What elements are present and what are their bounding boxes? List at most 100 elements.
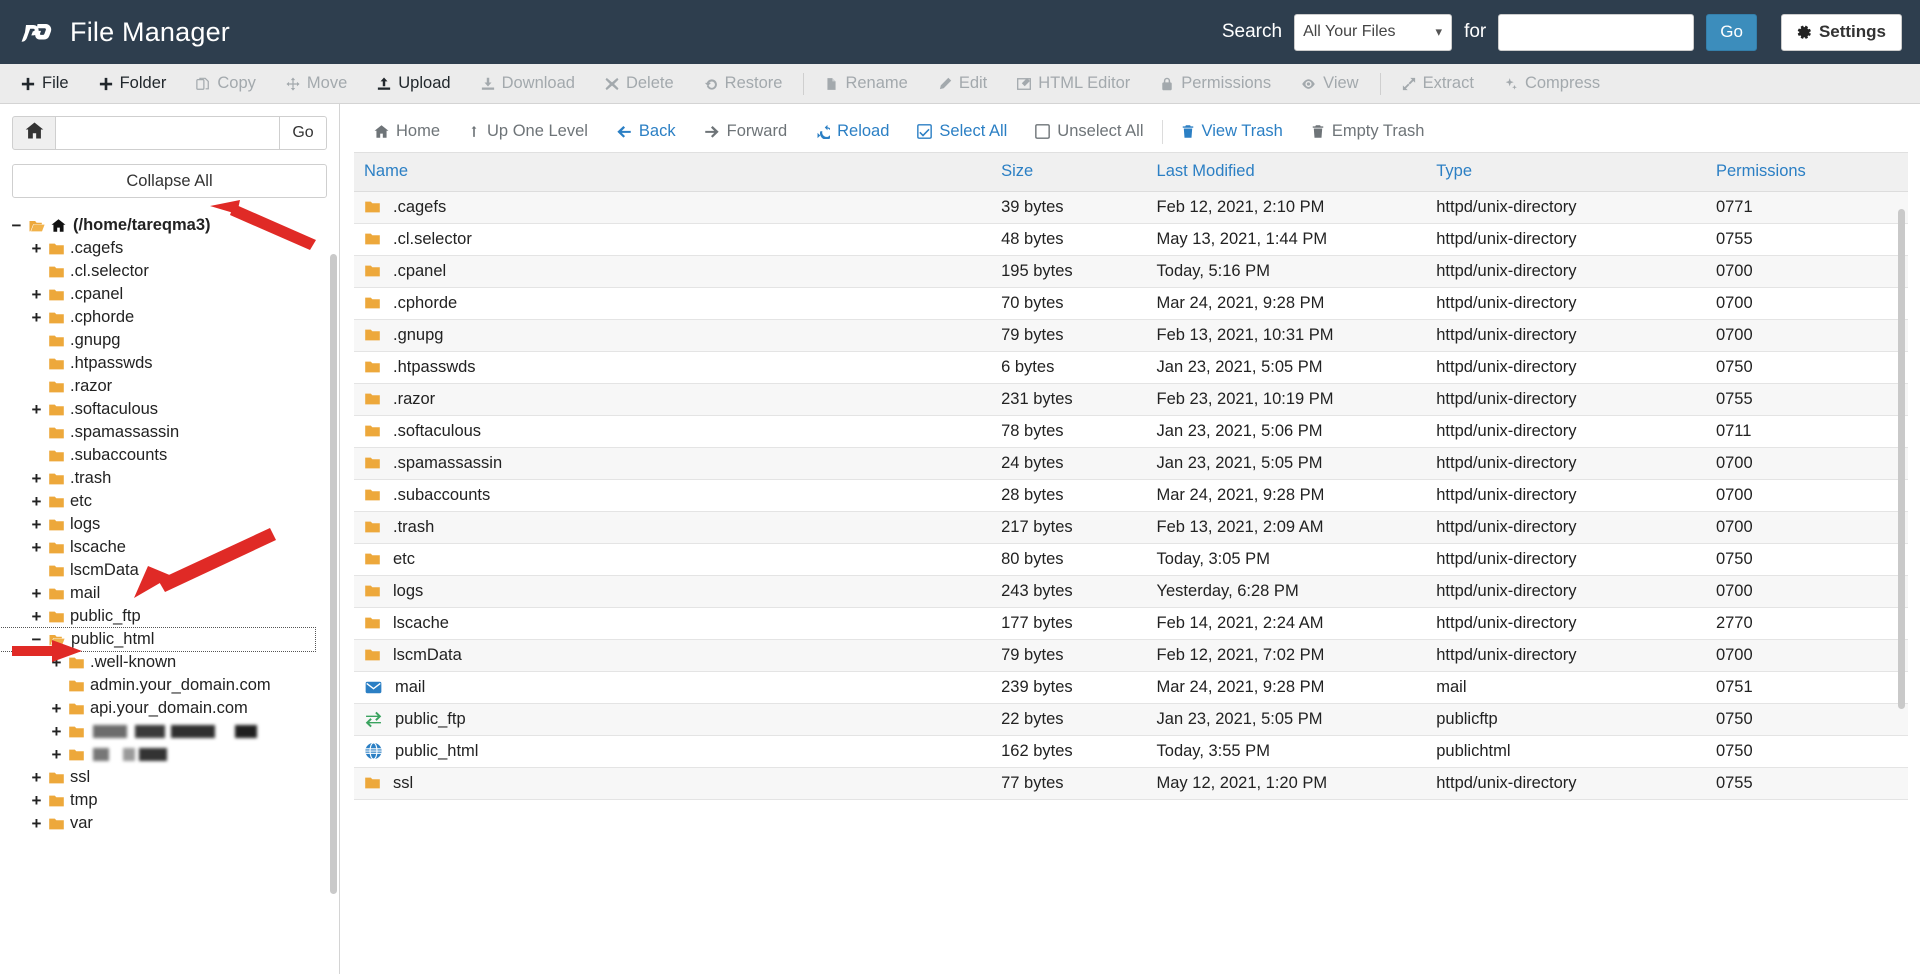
expand-plus-icon[interactable]: +: [30, 791, 43, 811]
expand-plus-icon[interactable]: +: [30, 308, 43, 328]
expand-plus-icon[interactable]: +: [30, 239, 43, 259]
cell-name[interactable]: logs: [354, 575, 992, 608]
cell-name[interactable]: .cphorde: [354, 287, 992, 320]
filenav-select-all-button[interactable]: Select All: [903, 122, 1021, 141]
filenav-forward-button[interactable]: Forward: [690, 122, 802, 141]
table-row[interactable]: lscache 177 bytes Feb 14, 2021, 2:24 AM htt…: [354, 607, 1908, 640]
column-header-type[interactable]: Type: [1426, 153, 1706, 192]
tree-item-well-known[interactable]: + .well-known: [0, 651, 339, 674]
table-row[interactable]: lscmData 79 bytes Feb 12, 2021, 7:02 PM htt…: [354, 639, 1908, 672]
table-row[interactable]: .trash 217 bytes Feb 13, 2021, 2:09 AM http…: [354, 511, 1908, 544]
expand-plus-icon[interactable]: +: [30, 492, 43, 512]
tree-item-subaccounts[interactable]: .subaccounts: [0, 444, 339, 467]
filenav-reload-button[interactable]: Reload: [801, 122, 903, 141]
column-header-size[interactable]: Size: [991, 153, 1147, 192]
expand-plus-icon[interactable]: +: [50, 722, 63, 742]
cell-name[interactable]: etc: [354, 543, 992, 576]
filenav-unselect-all-button[interactable]: Unselect All: [1021, 122, 1157, 141]
table-row[interactable]: .subaccounts 28 bytes Mar 24, 2021, 9:28 P…: [354, 479, 1908, 512]
cell-name[interactable]: mail: [354, 671, 992, 704]
table-row[interactable]: logs 243 bytes Yesterday, 6:28 PM httpd/uni…: [354, 575, 1908, 608]
collapse-minus-icon[interactable]: −: [10, 216, 23, 236]
collapse-all-button[interactable]: Collapse All: [12, 164, 327, 198]
cell-name[interactable]: .cpanel: [354, 255, 992, 288]
settings-button[interactable]: Settings: [1780, 13, 1902, 51]
table-row[interactable]: .spamassassin 24 bytes Jan 23, 2021, 5:05 …: [354, 447, 1908, 480]
tree-item-tmp[interactable]: + tmp: [0, 789, 339, 812]
tree-item-spamassassin[interactable]: .spamassassin: [0, 421, 339, 444]
tree-item-lscache[interactable]: + lscache: [0, 536, 339, 559]
path-go-button[interactable]: Go: [279, 116, 327, 150]
tree-item-var[interactable]: + var: [0, 812, 339, 835]
table-row[interactable]: ssl 77 bytes May 12, 2021, 1:20 PM httpd/un…: [354, 767, 1908, 800]
file-list-scrollbar[interactable]: [1898, 209, 1905, 709]
filenav-home-button[interactable]: Home: [360, 122, 454, 141]
cell-name[interactable]: ssl: [354, 767, 992, 800]
search-scope-select[interactable]: All Your Files ▾: [1294, 13, 1453, 51]
expand-plus-icon[interactable]: +: [30, 469, 43, 489]
column-header-name[interactable]: Name: [354, 153, 992, 192]
expand-plus-icon[interactable]: +: [30, 768, 43, 788]
cell-name[interactable]: .htpasswds: [354, 351, 992, 384]
cell-name[interactable]: .razor: [354, 383, 992, 416]
tree-item-htpasswds[interactable]: .htpasswds: [0, 352, 339, 375]
cell-name[interactable]: .trash: [354, 511, 992, 544]
expand-plus-icon[interactable]: +: [30, 538, 43, 558]
filenav-view-trash-button[interactable]: View Trash: [1167, 122, 1297, 141]
cell-name[interactable]: .spamassassin: [354, 447, 992, 480]
expand-plus-icon[interactable]: +: [30, 814, 43, 834]
cell-name[interactable]: lscmData: [354, 639, 992, 672]
table-row[interactable]: public_html 162 bytes Today, 3:55 PM public…: [354, 735, 1908, 768]
sidebar-home-button[interactable]: [12, 116, 56, 150]
expand-plus-icon[interactable]: +: [30, 400, 43, 420]
tree-item-cpanel[interactable]: + .cpanel: [0, 283, 339, 306]
table-row[interactable]: .htpasswds 6 bytes Jan 23, 2021, 5:05 PM ht…: [354, 351, 1908, 384]
tree-item-trash[interactable]: + .trash: [0, 467, 339, 490]
cell-name[interactable]: .subaccounts: [354, 479, 992, 512]
tree-item-etc[interactable]: + etc: [0, 490, 339, 513]
tree-item-gnupg[interactable]: .gnupg: [0, 329, 339, 352]
tree-item-cl-selector[interactable]: .cl.selector: [0, 260, 339, 283]
tree-item-razor[interactable]: .razor: [0, 375, 339, 398]
expand-plus-icon[interactable]: +: [50, 699, 63, 719]
tree-item-api-your-domain-com[interactable]: + api.your_domain.com: [0, 697, 339, 720]
table-row[interactable]: .softaculous 78 bytes Jan 23, 2021, 5:06 P…: [354, 415, 1908, 448]
toolbar-folder-button[interactable]: Folder: [84, 64, 182, 103]
cell-name[interactable]: lscache: [354, 607, 992, 640]
column-header-last-modified[interactable]: Last Modified: [1146, 153, 1427, 192]
table-row[interactable]: .cphorde 70 bytes Mar 24, 2021, 9:28 PM htt…: [354, 287, 1908, 320]
cell-name[interactable]: .cagefs: [354, 191, 992, 224]
expand-plus-icon[interactable]: +: [30, 515, 43, 535]
table-row[interactable]: public_ftp 22 bytes Jan 23, 2021, 5:05 PM p…: [354, 703, 1908, 736]
tree-item-cphorde[interactable]: + .cphorde: [0, 306, 339, 329]
filenav-empty-trash-button[interactable]: Empty Trash: [1297, 122, 1439, 141]
tree-item-lscmdata[interactable]: lscmData: [0, 559, 339, 582]
search-input[interactable]: [1498, 13, 1695, 51]
filenav-back-button[interactable]: Back: [602, 122, 690, 141]
table-row[interactable]: .cpanel 195 bytes Today, 5:16 PM httpd/unix…: [354, 255, 1908, 288]
filenav-up-one-level-button[interactable]: Up One Level: [454, 122, 602, 141]
tree-item-home-tareqma3[interactable]: − (/home/tareqma3): [0, 214, 339, 237]
expand-plus-icon[interactable]: +: [50, 653, 63, 673]
expand-plus-icon[interactable]: +: [30, 584, 43, 604]
cell-name[interactable]: .softaculous: [354, 415, 992, 448]
expand-plus-icon[interactable]: +: [30, 285, 43, 305]
table-row[interactable]: mail 239 bytes Mar 24, 2021, 9:28 PM mail 07…: [354, 671, 1908, 704]
path-input[interactable]: [56, 116, 279, 150]
tree-item-redacted-22[interactable]: +: [0, 720, 339, 743]
collapse-minus-icon[interactable]: −: [30, 630, 43, 650]
tree-item-softaculous[interactable]: + .softaculous: [0, 398, 339, 421]
cell-name[interactable]: .gnupg: [354, 319, 992, 352]
tree-item-redacted-23[interactable]: +: [0, 743, 339, 766]
table-row[interactable]: .cl.selector 48 bytes May 13, 2021, 1:44 P…: [354, 223, 1908, 256]
tree-item-logs[interactable]: + logs: [0, 513, 339, 536]
tree-item-cagefs[interactable]: + .cagefs: [0, 237, 339, 260]
toolbar-file-button[interactable]: File: [6, 64, 84, 103]
table-row[interactable]: etc 80 bytes Today, 3:05 PM httpd/unix-dire…: [354, 543, 1908, 576]
table-row[interactable]: .cagefs 39 bytes Feb 12, 2021, 2:10 PM http…: [354, 191, 1908, 224]
cell-name[interactable]: .cl.selector: [354, 223, 992, 256]
cell-name[interactable]: public_html: [354, 735, 992, 768]
tree-item-admin-your-domain-com[interactable]: admin.your_domain.com: [0, 674, 339, 697]
expand-plus-icon[interactable]: +: [30, 607, 43, 627]
tree-item-public-html[interactable]: − public_html: [0, 627, 316, 652]
